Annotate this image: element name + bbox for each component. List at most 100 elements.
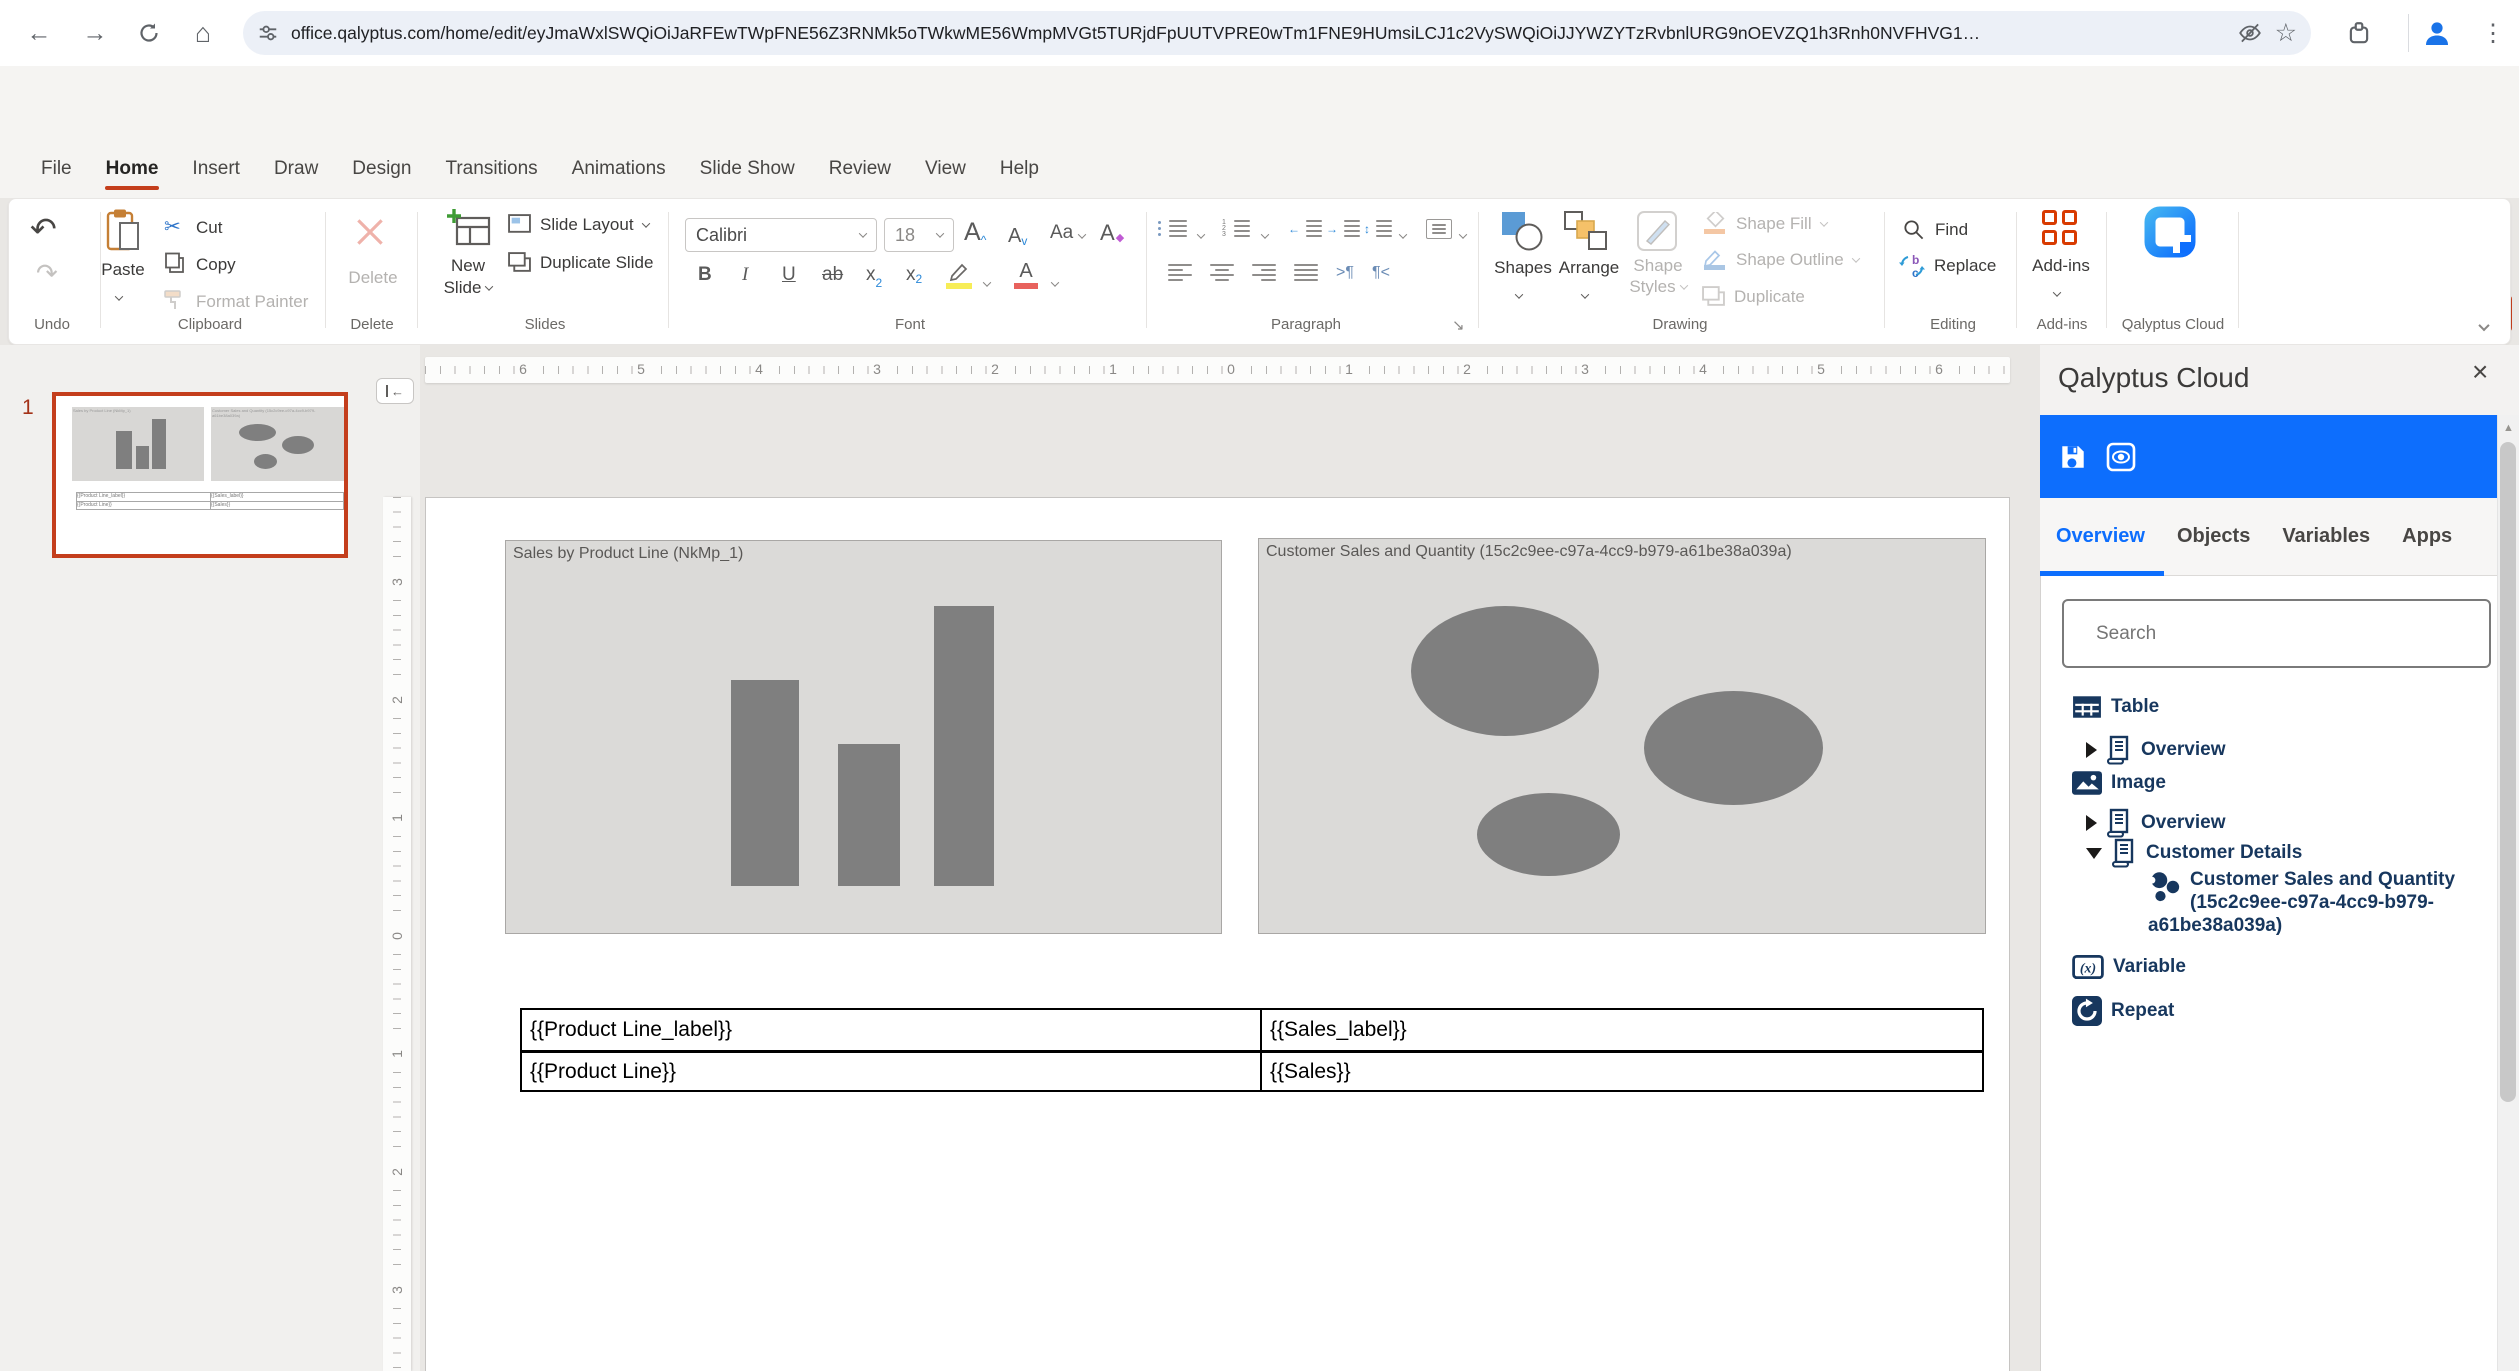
- bookmark-star-icon[interactable]: ☆: [2275, 23, 2297, 43]
- paste-label[interactable]: Paste: [98, 260, 148, 280]
- cut-label[interactable]: Cut: [196, 218, 222, 238]
- superscript-button[interactable]: x2: [906, 264, 922, 286]
- find-button[interactable]: Find: [1902, 218, 1968, 241]
- arrange-label[interactable]: Arrange: [1556, 258, 1622, 278]
- add-ins-dropdown[interactable]: [2054, 284, 2060, 302]
- line-spacing-button[interactable]: ↕: [1364, 220, 1392, 237]
- ellipse-shape[interactable]: [1411, 606, 1599, 736]
- italic-button[interactable]: I: [742, 264, 748, 286]
- paste-button[interactable]: [100, 208, 146, 254]
- tune-icon[interactable]: [257, 22, 279, 44]
- bar-shape[interactable]: [934, 606, 994, 886]
- tab-review[interactable]: Review: [812, 145, 908, 193]
- increase-indent-button[interactable]: →: [1326, 220, 1360, 237]
- arrange-dropdown[interactable]: [1582, 286, 1588, 304]
- justify-button[interactable]: [1294, 264, 1318, 281]
- template-table[interactable]: {{Product Line_label}} {{Sales_label}} {…: [520, 1008, 1984, 1092]
- align-left-button[interactable]: [1168, 264, 1192, 281]
- tree-item-repeat[interactable]: Repeat: [2072, 996, 2174, 1026]
- tree-item-customer-sales-and-quantity[interactable]: Customer Sales and Quantity (15c2c9ee-c9…: [2148, 868, 2500, 937]
- tab-slide-show[interactable]: Slide Show: [683, 145, 812, 193]
- scrollbar-up-arrow-icon[interactable]: ▲: [2498, 415, 2519, 434]
- tab-help[interactable]: Help: [983, 145, 1056, 193]
- tree-item-image-overview[interactable]: Overview: [2086, 808, 2226, 838]
- shapes-dropdown[interactable]: [1516, 286, 1522, 304]
- browser-forward-icon[interactable]: →: [76, 14, 114, 52]
- panel-tab-variables[interactable]: Variables: [2266, 525, 2386, 548]
- shapes-label[interactable]: Shapes: [1492, 258, 1554, 278]
- new-slide-label-1[interactable]: New: [438, 256, 498, 276]
- collapse-thumbnails-button[interactable]: ←: [376, 378, 414, 404]
- bold-button[interactable]: B: [698, 264, 712, 286]
- panel-search-input[interactable]: [2064, 623, 2489, 645]
- add-ins-label[interactable]: Add-ins: [2026, 256, 2096, 276]
- bar-shape[interactable]: [838, 744, 900, 886]
- paste-dropdown-chevron-icon[interactable]: [116, 288, 122, 306]
- eye-off-icon[interactable]: [2237, 20, 2263, 46]
- slide-thumbnail-1[interactable]: Sales by Product Line (NkMp_1) Customer …: [52, 392, 348, 558]
- qalyptus-cloud-ribbon-button[interactable]: [2144, 206, 2196, 258]
- collapse-caret-icon[interactable]: [2086, 848, 2102, 859]
- table-cell[interactable]: {{Sales}}: [1260, 1053, 1982, 1090]
- panel-close-icon[interactable]: ×: [2472, 356, 2488, 388]
- paragraph-dialog-launcher[interactable]: ↘: [1452, 316, 1465, 334]
- list-options-button[interactable]: [1426, 219, 1452, 239]
- ellipse-shape[interactable]: [1477, 793, 1620, 876]
- tab-design[interactable]: Design: [335, 145, 428, 193]
- profile-avatar[interactable]: [2418, 14, 2456, 52]
- redo-button[interactable]: ↷: [36, 258, 58, 289]
- add-ins-button[interactable]: [2042, 210, 2077, 245]
- panel-tab-objects[interactable]: Objects: [2161, 525, 2266, 548]
- tab-insert[interactable]: Insert: [175, 145, 257, 193]
- new-slide-chevron-icon[interactable]: [485, 282, 493, 290]
- chart-placeholder-customer-sales-quantity[interactable]: Customer Sales and Quantity (15c2c9ee-c9…: [1258, 538, 1986, 934]
- decrease-indent-button[interactable]: ←: [1288, 220, 1322, 237]
- browser-home-icon[interactable]: ⌂: [184, 14, 222, 52]
- panel-tab-apps[interactable]: Apps: [2386, 525, 2468, 548]
- url-text[interactable]: office.qalyptus.com/home/edit/eyJmaWxlSW…: [291, 23, 2225, 44]
- format-painter-icon[interactable]: [162, 289, 184, 311]
- align-right-button[interactable]: [1252, 264, 1276, 281]
- slide-layout-button[interactable]: Slide Layout: [508, 214, 649, 235]
- browser-menu-icon[interactable]: ⋮: [2474, 14, 2512, 52]
- replace-button[interactable]: bc Replace: [1898, 252, 1996, 280]
- table-cell[interactable]: {{Sales_label}}: [1260, 1010, 1982, 1050]
- highlight-dropdown[interactable]: [984, 274, 990, 292]
- shrink-font-button[interactable]: Av: [1008, 224, 1029, 248]
- tree-item-table[interactable]: Table: [2072, 693, 2159, 721]
- align-center-button[interactable]: [1210, 264, 1234, 281]
- expand-caret-icon[interactable]: [2086, 815, 2097, 831]
- address-bar[interactable]: office.qalyptus.com/home/edit/eyJmaWxlSW…: [243, 11, 2311, 55]
- list-options-dropdown[interactable]: [1460, 226, 1466, 244]
- expand-caret-icon[interactable]: [2086, 742, 2097, 758]
- panel-search-box[interactable]: [2062, 599, 2491, 668]
- table-cell[interactable]: {{Product Line_label}}: [522, 1010, 1260, 1050]
- numbering-button[interactable]: 123: [1222, 220, 1250, 237]
- font-color-button[interactable]: A: [1014, 260, 1038, 289]
- browser-reload-icon[interactable]: [130, 14, 168, 52]
- arrange-button[interactable]: [1562, 210, 1608, 252]
- rtl-direction-button[interactable]: ¶<: [1372, 264, 1390, 282]
- shapes-button[interactable]: [1500, 210, 1546, 252]
- collapse-ribbon-chevron-icon[interactable]: [2480, 318, 2488, 336]
- ellipse-shape[interactable]: [1644, 691, 1823, 805]
- bar-shape[interactable]: [731, 680, 799, 886]
- strikethrough-button[interactable]: ab: [822, 264, 843, 286]
- undo-button[interactable]: ↶: [30, 210, 57, 248]
- cut-icon[interactable]: ✂: [164, 214, 181, 239]
- ltr-direction-button[interactable]: >¶: [1336, 264, 1354, 282]
- highlight-color-button[interactable]: [946, 262, 972, 289]
- tree-item-customer-details[interactable]: Customer Details: [2086, 838, 2302, 868]
- tab-transitions[interactable]: Transitions: [428, 145, 554, 193]
- new-slide-button[interactable]: [446, 208, 492, 252]
- save-icon[interactable]: [2058, 442, 2088, 472]
- line-spacing-dropdown[interactable]: [1400, 226, 1406, 244]
- duplicate-slide-button[interactable]: Duplicate Slide: [508, 252, 653, 273]
- tab-animations[interactable]: Animations: [555, 145, 683, 193]
- tab-home[interactable]: Home: [89, 145, 176, 193]
- tab-draw[interactable]: Draw: [257, 145, 335, 193]
- tab-file[interactable]: File: [24, 145, 89, 193]
- panel-tab-overview[interactable]: Overview: [2040, 525, 2161, 548]
- font-size-select[interactable]: 18: [884, 218, 954, 252]
- clear-formatting-button[interactable]: A◆: [1100, 220, 1124, 246]
